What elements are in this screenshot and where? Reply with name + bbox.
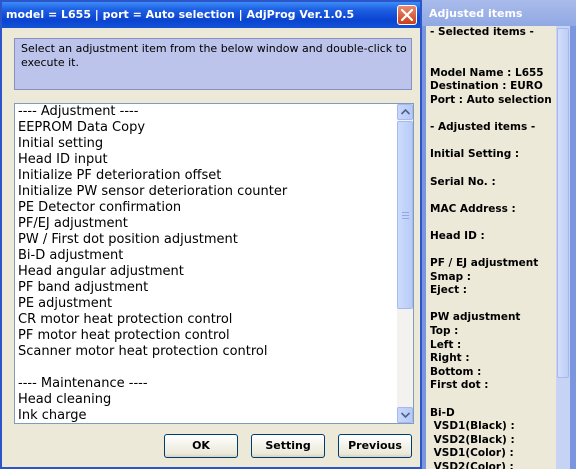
list-item[interactable]: ---- Adjustment ----: [18, 104, 396, 120]
instruction-text: Select an adjustment item from the below…: [21, 42, 407, 69]
list-item[interactable]: Initialize PF deterioration offset: [18, 168, 396, 184]
list-item[interactable]: PE Detector confirmation: [18, 200, 396, 216]
adjusted-item-line: Serial No. :: [430, 175, 496, 188]
list-item[interactable]: EEPROM Data Copy: [18, 120, 396, 136]
ok-button[interactable]: OK: [164, 434, 238, 458]
adjusted-item-line: [430, 244, 554, 258]
adjusted-item-line: PF / EJ adjustment: [430, 257, 539, 270]
list-item[interactable]: CR motor heat protection control: [18, 312, 396, 328]
adjusted-items-window: Adjusted items - Selected items - Model N…: [422, 0, 576, 469]
adjusted-item-line: Eject :: [430, 284, 467, 297]
adjusted-item-line: [430, 108, 554, 122]
list-item[interactable]: PF motor heat protection control: [18, 328, 396, 344]
adjusted-item-line: [430, 162, 554, 176]
adjustment-program-window: model = L655 | port = Auto selection | A…: [0, 0, 422, 469]
scroll-grip: [402, 218, 409, 219]
adjusted-items-content: - Selected items - Model Name : L655 Desti…: [426, 26, 570, 469]
adjusted-item-line: MAC Address :: [430, 202, 516, 215]
adjusted-items-title-bar[interactable]: Adjusted items: [422, 0, 576, 26]
scroll-thumb[interactable]: [397, 121, 413, 309]
adjusted-items-title: Adjusted items: [429, 7, 523, 20]
list-item[interactable]: Scanner motor heat protection control: [18, 344, 396, 360]
list-scrollbar[interactable]: [397, 104, 413, 423]
adjustment-item-list[interactable]: ---- Adjustment ---- EEPROM Data Copy Init…: [14, 103, 414, 424]
list-item[interactable]: PW / First dot position adjustment: [18, 232, 396, 248]
list-item[interactable]: Ink charge: [18, 408, 396, 423]
scroll-up-button[interactable]: [397, 104, 413, 120]
list-item[interactable]: Head angular adjustment: [18, 264, 396, 280]
close-button[interactable]: [397, 5, 417, 25]
list-item[interactable]: [18, 360, 396, 376]
adjusted-items-lines: - Selected items - Model Name : L655 Desti…: [430, 26, 554, 469]
list-item[interactable]: PF band adjustment: [18, 280, 396, 296]
scroll-grip: [402, 212, 409, 213]
adjusted-items-scrollbar[interactable]: [556, 26, 570, 469]
adjusted-item-line: [430, 298, 554, 312]
window-title: model = L655 | port = Auto selection | A…: [6, 8, 355, 21]
adjusted-item-line: [430, 53, 554, 67]
adjusted-item-line: Head ID :: [430, 229, 485, 242]
adjusted-item-line: [430, 40, 554, 54]
adjusted-item-line: VSD1(Color) :: [430, 447, 514, 460]
adjusted-item-line: Bi-D: [430, 406, 455, 419]
adjusted-item-line: - Selected items -: [430, 26, 534, 38]
list-item[interactable]: Head ID input: [18, 152, 396, 168]
chevron-up-icon: [401, 109, 410, 115]
adjusted-item-line: First dot :: [430, 379, 489, 392]
adjusted-item-line: Initial Setting :: [430, 148, 520, 161]
chevron-down-icon: [401, 412, 410, 418]
adjusted-item-line: VSD2(Black) :: [430, 433, 515, 446]
adjusted-item-line: - Adjusted items -: [430, 121, 536, 134]
previous-button[interactable]: Previous: [338, 434, 412, 458]
list-item[interactable]: PF/EJ adjustment: [18, 216, 396, 232]
list-item[interactable]: Initial setting: [18, 136, 396, 152]
adjusted-item-line: [430, 216, 554, 230]
list-item[interactable]: Head cleaning: [18, 392, 396, 408]
scroll-grip: [402, 215, 409, 216]
list-item[interactable]: Initialize PW sensor deterioration count…: [18, 184, 396, 200]
adjusted-item-line: Destination : EURO: [430, 80, 543, 93]
instruction-box: Select an adjustment item from the below…: [14, 38, 412, 90]
close-icon: [401, 9, 413, 21]
list-item[interactable]: Bi-D adjustment: [18, 248, 396, 264]
scroll-down-button[interactable]: [397, 407, 413, 423]
adjusted-item-line: Smap :: [430, 270, 471, 283]
list-items: ---- Adjustment ---- EEPROM Data Copy Init…: [18, 104, 396, 423]
adjusted-item-line: [430, 393, 554, 407]
setting-button[interactable]: Setting: [251, 434, 325, 458]
adjusted-item-line: [430, 135, 554, 149]
adjusted-items-scroll-thumb[interactable]: [557, 28, 569, 378]
adjusted-item-line: VSD1(Black) :: [430, 420, 515, 433]
title-bar[interactable]: model = L655 | port = Auto selection | A…: [2, 2, 420, 28]
adjusted-item-line: Right :: [430, 352, 470, 365]
adjusted-item-line: [430, 189, 554, 203]
adjusted-item-line: Port : Auto selection: [430, 93, 552, 106]
adjusted-item-line: Left :: [430, 338, 462, 351]
list-item[interactable]: ---- Maintenance ----: [18, 376, 396, 392]
adjusted-item-line: Top :: [430, 325, 459, 338]
adjusted-item-line: Model Name : L655: [430, 66, 544, 79]
adjusted-item-line: Bottom :: [430, 365, 482, 378]
adjusted-item-line: PW adjustment: [430, 311, 521, 324]
adjusted-item-line: VSD2(Color) :: [430, 461, 514, 469]
list-item[interactable]: PE adjustment: [18, 296, 396, 312]
